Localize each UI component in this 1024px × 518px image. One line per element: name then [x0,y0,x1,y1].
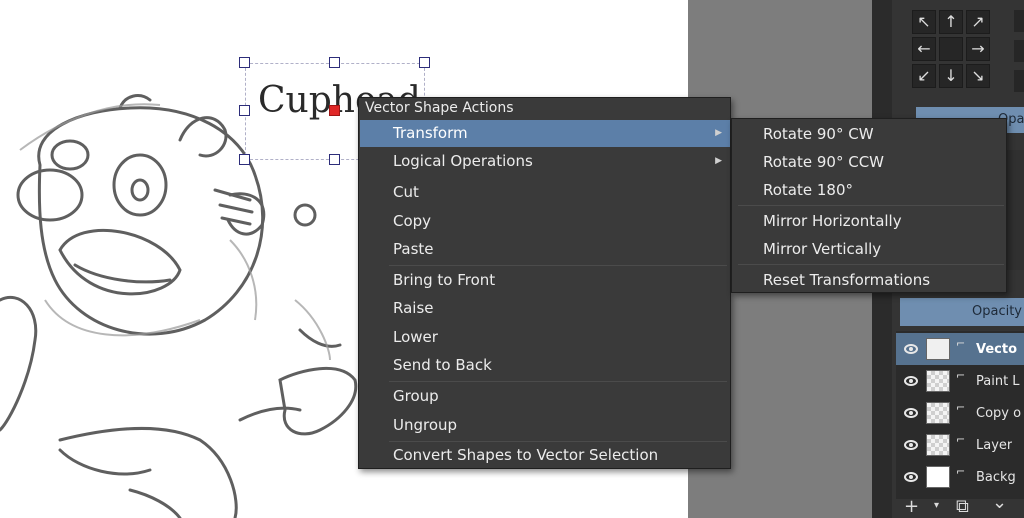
submenu-arrow-icon: ▶ [715,128,722,138]
menu-separator [389,265,727,266]
layer-row[interactable]: ⌐ Vecto [896,333,1024,365]
layer-row[interactable]: ⌐ Layer [896,429,1024,461]
docker-field[interactable] [1014,40,1024,62]
menu-item-lower[interactable]: Lower [360,324,730,351]
menu-separator [738,205,1004,206]
resize-handle-top-left[interactable] [239,57,250,68]
rotation-center-handle[interactable] [329,105,340,116]
menu-item-rotate-90-cw[interactable]: Rotate 90° CW [732,120,1006,148]
vector-layer-icon: ⌐ [956,337,966,350]
layer-name: Copy o [976,405,1022,421]
layer-thumbnail [926,370,950,392]
layer-name: Paint L [976,373,1020,389]
layer-thumbnail [926,434,950,456]
layer-thumbnail [926,338,950,360]
menu-item-convert-to-vector-selection[interactable]: Convert Shapes to Vector Selection [360,442,730,469]
submenu-arrow-icon: ▶ [715,156,722,166]
menu-separator [738,264,1004,265]
menu-item-rotate-90-ccw[interactable]: Rotate 90° CCW [732,148,1006,176]
layer-row[interactable]: ⌐ Copy o [896,397,1024,429]
duplicate-layer-icon[interactable]: ⧉ [956,496,969,517]
resize-handle-bottom-left[interactable] [239,154,250,165]
arrow-right-button[interactable]: → [966,37,990,61]
menu-item-transform[interactable]: Transform ▶ [360,120,730,147]
arrow-top-right-button[interactable]: ↗ [966,10,990,34]
arrow-center-button[interactable] [939,37,963,61]
menu-item-reset-transformations[interactable]: Reset Transformations [732,266,1006,294]
docker-field[interactable] [1014,10,1024,32]
menu-item-raise[interactable]: Raise [360,295,730,322]
resize-handle-bottom-center[interactable] [329,154,340,165]
eye-icon[interactable] [904,344,918,354]
menu-item-ungroup[interactable]: Ungroup [360,412,730,439]
paint-layer-icon: ⌐ [956,465,966,478]
layer-row[interactable]: ⌐ Backg [896,461,1024,493]
eye-icon[interactable] [904,376,918,386]
eye-icon[interactable] [904,408,918,418]
menu-separator [389,381,727,382]
layer-toolbar: + ▾ ⧉ ⌄ [896,492,1024,518]
resize-handle-top-center[interactable] [329,57,340,68]
arrow-left-button[interactable]: ← [912,37,936,61]
eye-icon[interactable] [904,440,918,450]
layer-name: Vecto [976,341,1018,357]
transform-submenu: Rotate 90° CW Rotate 90° CCW Rotate 180°… [731,118,1007,293]
add-layer-icon[interactable]: + [904,496,919,517]
paint-layer-icon: ⌐ [956,401,966,414]
arrow-bottom-right-button[interactable]: ↘ [966,64,990,88]
layer-thumbnail [926,402,950,424]
layer-opacity-slider[interactable]: Opacity [900,298,1024,326]
arrow-top-left-button[interactable]: ↖ [912,10,936,34]
menu-item-group[interactable]: Group [360,383,730,410]
menu-item-label: Transform [393,124,468,142]
menu-item-mirror-vertically[interactable]: Mirror Vertically [732,235,1006,263]
menu-item-copy[interactable]: Copy [360,208,730,235]
move-layer-down-icon[interactable]: ⌄ [992,492,1007,513]
menu-item-bring-to-front[interactable]: Bring to Front [360,267,730,294]
arrow-down-button[interactable]: ↓ [939,64,963,88]
layer-row[interactable]: ⌐ Paint L [896,365,1024,397]
layer-name: Backg [976,469,1016,485]
arrow-up-button[interactable]: ↑ [939,10,963,34]
menu-item-send-to-back[interactable]: Send to Back [360,352,730,379]
menu-item-logical-operations[interactable]: Logical Operations ▶ [360,148,730,175]
menu-item-label: Logical Operations [393,152,533,170]
add-layer-menu-icon[interactable]: ▾ [934,500,939,511]
resize-handle-middle-left[interactable] [239,105,250,116]
resize-handle-top-right[interactable] [419,57,430,68]
menu-title: Vector Shape Actions [365,100,514,116]
arrow-bottom-left-button[interactable]: ↙ [912,64,936,88]
vector-shape-context-menu: Vector Shape Actions Transform ▶ Logical… [358,97,731,469]
layers-list: ⌐ Vecto ⌐ Paint L ⌐ Copy o ⌐ Layer ⌐ Bac… [896,331,1024,499]
layer-name: Layer [976,437,1013,453]
menu-item-cut[interactable]: Cut [360,179,730,206]
docker-field[interactable] [1014,70,1024,92]
paint-layer-icon: ⌐ [956,433,966,446]
menu-item-paste[interactable]: Paste [360,236,730,263]
menu-item-rotate-180[interactable]: Rotate 180° [732,176,1006,204]
paint-layer-icon: ⌐ [956,369,966,382]
menu-item-mirror-horizontally[interactable]: Mirror Horizontally [732,207,1006,235]
eye-icon[interactable] [904,472,918,482]
arrow-pad: ↖ ↑ ↗ ← → ↙ ↓ ↘ [912,10,990,88]
layer-thumbnail [926,466,950,488]
